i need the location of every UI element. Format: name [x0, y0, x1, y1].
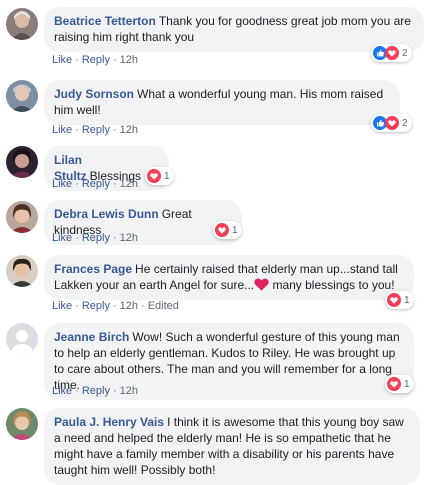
avatar[interactable]	[6, 8, 38, 40]
comment-author[interactable]: Frances Page	[54, 262, 132, 276]
reply-link[interactable]: Reply	[82, 124, 110, 136]
timestamp[interactable]: 12h	[120, 178, 138, 190]
love-icon	[387, 293, 401, 307]
love-icon	[215, 223, 229, 237]
comment-actions: Like · Reply · 12h · Edited	[52, 300, 179, 312]
comment-author[interactable]: Debra Lewis Dunn	[54, 207, 159, 221]
reply-link[interactable]: Reply	[82, 178, 110, 190]
love-icon	[385, 116, 399, 130]
comment-actions: Like · Reply · 12h	[52, 232, 139, 244]
reaction-count: 2	[402, 47, 408, 59]
reaction-summary[interactable]: 2	[371, 114, 412, 132]
comment-bubble: Frances Page He certainly raised that eld…	[44, 255, 414, 300]
avatar[interactable]	[6, 255, 38, 287]
timestamp[interactable]: 12h	[120, 232, 138, 244]
reply-link[interactable]: Reply	[82, 54, 110, 66]
reaction-count: 1	[232, 224, 238, 236]
comment-bubble: Beatrice Tetterton Thank you for goodness…	[44, 7, 424, 52]
like-link[interactable]: Like	[52, 300, 72, 312]
edited-label[interactable]: Edited	[148, 300, 179, 312]
like-link[interactable]: Like	[52, 178, 72, 190]
like-link[interactable]: Like	[52, 54, 72, 66]
comment-author[interactable]: Judy Sornson	[54, 87, 134, 101]
reaction-summary[interactable]: 1	[385, 375, 414, 393]
reply-link[interactable]: Reply	[82, 232, 110, 244]
comment-actions: Like · Reply · 12h	[52, 124, 139, 136]
avatar[interactable]	[6, 146, 38, 178]
reaction-count: 2	[402, 117, 408, 129]
timestamp[interactable]: 12h	[120, 54, 138, 66]
comment-author[interactable]: Paula J. Henry Vais	[54, 415, 164, 429]
reaction-count: 1	[404, 294, 410, 306]
comment-bubble: Judy Sornson What a wonderful young man. …	[44, 80, 400, 125]
reaction-summary[interactable]: 2	[371, 44, 412, 62]
reaction-summary[interactable]: 1	[145, 167, 174, 185]
like-link[interactable]: Like	[52, 385, 72, 397]
heart-emoji-icon	[254, 278, 269, 291]
comment-actions: Like · Reply · 12h	[52, 178, 139, 190]
comment-text-continued: many blessings to you!	[269, 278, 395, 292]
timestamp[interactable]: 12h	[120, 385, 138, 397]
like-link[interactable]: Like	[52, 124, 72, 136]
like-link[interactable]: Like	[52, 232, 72, 244]
avatar[interactable]	[6, 80, 38, 112]
comment-actions: Like · Reply · 12h	[52, 385, 139, 397]
avatar[interactable]	[6, 201, 38, 233]
reaction-summary[interactable]: 1	[385, 291, 414, 309]
reply-link[interactable]: Reply	[82, 300, 110, 312]
love-icon	[387, 377, 401, 391]
comment-author[interactable]: Beatrice Tetterton	[54, 14, 156, 28]
comment-author[interactable]: Jeanne Birch	[54, 330, 129, 344]
timestamp[interactable]: 12h	[120, 300, 138, 312]
avatar[interactable]	[6, 408, 38, 440]
reaction-summary[interactable]: 1	[213, 221, 242, 239]
love-icon	[385, 46, 399, 60]
reaction-count: 1	[164, 170, 170, 182]
timestamp[interactable]: 12h	[120, 124, 138, 136]
reply-link[interactable]: Reply	[82, 385, 110, 397]
comment-bubble: Paula J. Henry Vais I think it is awesome…	[44, 408, 420, 485]
avatar[interactable]	[6, 323, 38, 355]
comment-actions: Like · Reply · 12h	[52, 54, 139, 66]
reaction-count: 1	[404, 378, 410, 390]
love-icon	[147, 169, 161, 183]
